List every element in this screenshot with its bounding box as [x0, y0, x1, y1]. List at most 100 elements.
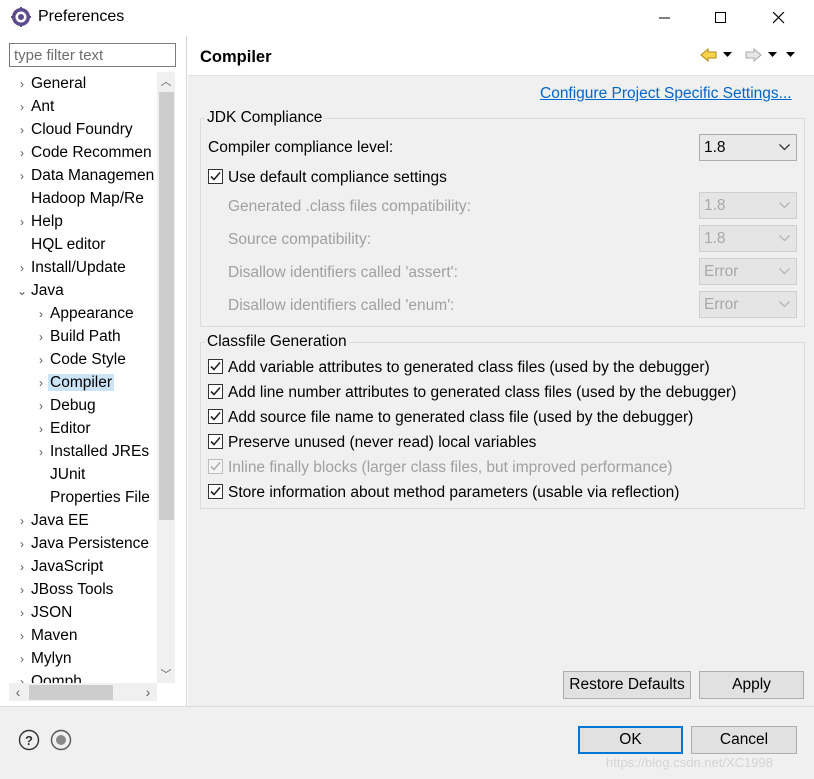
chevron-right-icon[interactable]: ›	[34, 303, 48, 325]
maximize-button[interactable]	[694, 0, 748, 36]
tree-item[interactable]: › JSON	[15, 602, 74, 624]
tree-item[interactable]: › Editor	[34, 418, 93, 440]
tree-item[interactable]: › Compiler	[34, 372, 115, 394]
filter-input[interactable]	[9, 43, 176, 67]
tree-item[interactable]: JUnit	[34, 464, 87, 486]
tree-item[interactable]: Properties File	[34, 487, 152, 509]
disallow-assert-select[interactable]: Error	[699, 258, 797, 285]
restore-defaults-button[interactable]: Restore Defaults	[563, 671, 691, 699]
chevron-right-icon[interactable]: ›	[15, 625, 29, 647]
import-export-icon[interactable]	[50, 729, 72, 751]
checkbox-box[interactable]	[208, 459, 223, 474]
horizontal-scroll-thumb[interactable]	[29, 685, 113, 700]
scroll-up-arrow-icon[interactable]: ︿	[157, 72, 175, 90]
minimize-icon	[659, 17, 670, 19]
classfile-option-checkbox[interactable]: Add source file name to generated class …	[208, 409, 693, 427]
tree-item[interactable]: › Mylyn	[15, 648, 73, 670]
checkbox-box[interactable]	[208, 484, 223, 499]
tree-item[interactable]: › Cloud Foundry	[15, 119, 135, 141]
chevron-down-icon	[779, 202, 790, 209]
use-default-compliance-checkbox[interactable]: Use default compliance settings	[208, 169, 447, 187]
tree-item[interactable]: › Maven	[15, 625, 80, 647]
chevron-right-icon[interactable]: ›	[34, 372, 48, 394]
tree-item[interactable]: › Oomph	[15, 671, 84, 683]
tree-item[interactable]: › General	[15, 73, 88, 95]
disallow-enum-label: Disallow identifiers called 'enum':	[228, 297, 455, 314]
close-button[interactable]	[752, 0, 806, 36]
help-icon[interactable]: ?	[18, 729, 40, 751]
tree-item[interactable]: › Code Recommen	[15, 142, 154, 164]
compliance-level-select[interactable]: 1.8	[699, 134, 797, 161]
tree-item[interactable]: ⌄ Java	[15, 280, 66, 302]
scroll-down-arrow-icon[interactable]: ﹀	[157, 665, 175, 683]
vertical-scroll-thumb[interactable]	[159, 92, 174, 520]
chevron-right-icon[interactable]: ›	[34, 395, 48, 417]
minimize-button[interactable]	[638, 0, 692, 36]
checkbox-box[interactable]	[208, 169, 223, 184]
chevron-right-icon[interactable]: ›	[15, 671, 29, 683]
classfile-option-checkbox[interactable]: Store information about method parameter…	[208, 484, 679, 502]
tree-vertical-scrollbar[interactable]: ︿ ﹀	[157, 72, 175, 683]
classfile-option-checkbox[interactable]: Add line number attributes to generated …	[208, 384, 736, 402]
source-compat-select[interactable]: 1.8	[699, 225, 797, 252]
disallow-enum-select[interactable]: Error	[699, 291, 797, 318]
chevron-right-icon[interactable]: ›	[34, 418, 48, 440]
tree-item[interactable]: › Appearance	[34, 303, 136, 325]
chevron-right-icon[interactable]: ›	[15, 533, 29, 555]
tree-item[interactable]: › Debug	[34, 395, 98, 417]
generated-class-compat-select[interactable]: 1.8	[699, 192, 797, 219]
configure-project-settings-link[interactable]: Configure Project Specific Settings...	[540, 85, 792, 103]
chevron-right-icon[interactable]: ›	[15, 602, 29, 624]
tree-item[interactable]: › JBoss Tools	[15, 579, 115, 601]
chevron-right-icon[interactable]: ›	[15, 556, 29, 578]
tree-item[interactable]: › Help	[15, 211, 65, 233]
chevron-right-icon[interactable]: ›	[15, 510, 29, 532]
checkbox-box[interactable]	[208, 384, 223, 399]
chevron-right-icon[interactable]: ›	[15, 648, 29, 670]
disallow-assert-label: Disallow identifiers called 'assert':	[228, 264, 458, 281]
tree-item[interactable]: › Install/Update	[15, 257, 128, 279]
apply-button[interactable]: Apply	[699, 671, 804, 699]
classfile-option-label: Inline finally blocks (larger class file…	[228, 459, 673, 476]
chevron-right-icon[interactable]: ›	[15, 257, 29, 279]
chevron-right-icon[interactable]: ›	[15, 211, 29, 233]
tree-horizontal-scrollbar[interactable]: ‹ ›	[9, 683, 157, 701]
classfile-option-checkbox[interactable]: Inline finally blocks (larger class file…	[208, 459, 673, 477]
tree-item[interactable]: › Code Style	[34, 349, 128, 371]
chevron-right-icon[interactable]: ›	[34, 349, 48, 371]
tree-item-label: Appearance	[50, 305, 134, 322]
forward-history-dropdown[interactable]	[768, 46, 778, 64]
chevron-right-icon[interactable]: ›	[15, 579, 29, 601]
chevron-right-icon[interactable]: ›	[34, 326, 48, 348]
forward-button[interactable]	[744, 46, 762, 64]
classfile-option-checkbox[interactable]: Add variable attributes to generated cla…	[208, 359, 710, 377]
tree-item[interactable]: › JavaScript	[15, 556, 105, 578]
scroll-right-arrow-icon[interactable]: ›	[139, 683, 157, 701]
compliance-level-value: 1.8	[704, 139, 726, 156]
chevron-right-icon[interactable]: ›	[15, 73, 29, 95]
chevron-right-icon[interactable]: ›	[15, 165, 29, 187]
checkbox-box[interactable]	[208, 409, 223, 424]
tree-item[interactable]: › Installed JREs	[34, 441, 151, 463]
ok-button[interactable]: OK	[578, 726, 683, 754]
view-menu-button[interactable]	[786, 46, 796, 64]
tree-item[interactable]: › Build Path	[34, 326, 123, 348]
checkbox-box[interactable]	[208, 359, 223, 374]
classfile-option-checkbox[interactable]: Preserve unused (never read) local varia…	[208, 434, 536, 452]
cancel-button[interactable]: Cancel	[691, 726, 797, 754]
chevron-right-icon[interactable]: ›	[34, 441, 48, 463]
tree-item[interactable]: › Data Managemen	[15, 165, 156, 187]
chevron-right-icon[interactable]: ›	[15, 142, 29, 164]
checkbox-box[interactable]	[208, 434, 223, 449]
back-history-dropdown[interactable]	[723, 46, 733, 64]
chevron-right-icon[interactable]: ›	[15, 119, 29, 141]
chevron-down-icon[interactable]: ⌄	[15, 280, 29, 302]
back-button[interactable]	[700, 46, 718, 64]
tree-item[interactable]: › Java EE	[15, 510, 91, 532]
tree-item[interactable]: HQL editor	[15, 234, 107, 256]
tree-item[interactable]: › Java Persistence	[15, 533, 151, 555]
tree-item[interactable]: Hadoop Map/Re	[15, 188, 146, 210]
tree-item[interactable]: › Ant	[15, 96, 56, 118]
scroll-left-arrow-icon[interactable]: ‹	[9, 683, 27, 701]
chevron-right-icon[interactable]: ›	[15, 96, 29, 118]
